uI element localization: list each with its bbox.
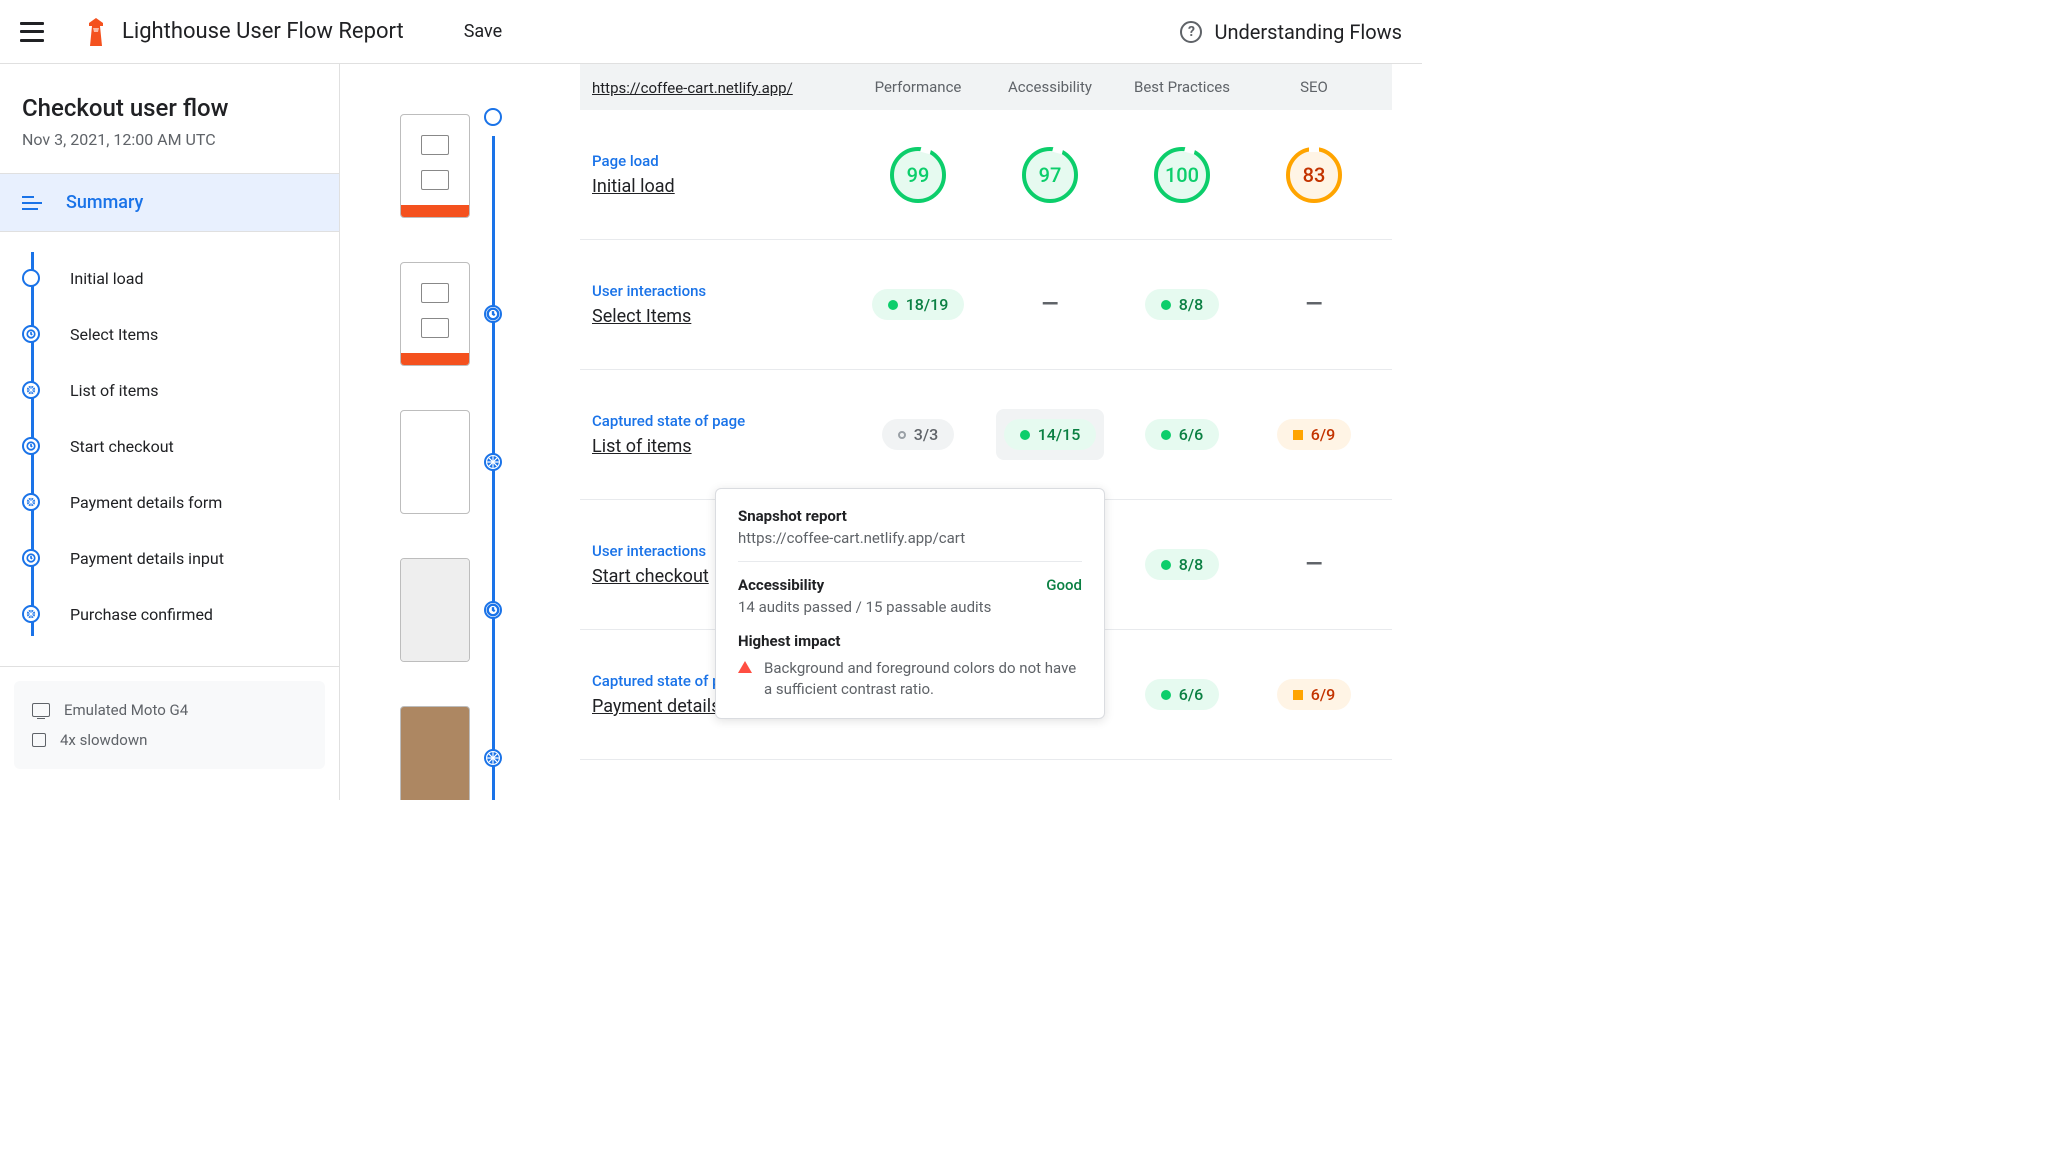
timeline-marker bbox=[484, 601, 502, 619]
lighthouse-icon bbox=[84, 18, 108, 46]
col-seo: SEO bbox=[1248, 78, 1380, 96]
timeline-marker bbox=[484, 305, 502, 323]
report-row: User interactions Select Items 18/19 — 8/8 — bbox=[580, 240, 1392, 370]
timeline-thumbnail bbox=[400, 114, 470, 218]
tooltip-impact-title: Highest impact bbox=[738, 632, 1082, 650]
score-chip[interactable]: 6/6 bbox=[1145, 419, 1219, 450]
timeline-thumbnail bbox=[400, 558, 470, 662]
flow-date: Nov 3, 2021, 12:00 AM UTC bbox=[22, 130, 317, 149]
env-cpu: 4x slowdown bbox=[32, 725, 307, 755]
nav-step-label: List of items bbox=[70, 381, 159, 400]
score-gauge[interactable]: 99 bbox=[890, 147, 946, 203]
app-title: Lighthouse User Flow Report bbox=[122, 19, 404, 44]
timeline-step[interactable] bbox=[400, 262, 580, 366]
environment-box: Emulated Moto G4 4x slowdown bbox=[14, 681, 325, 769]
report-url[interactable]: https://coffee-cart.netlify.app/ bbox=[592, 79, 793, 97]
sidebar-summary[interactable]: Summary bbox=[0, 174, 339, 231]
tooltip-impact-text: Background and foreground colors do not … bbox=[764, 658, 1082, 700]
nav-step-label: Start checkout bbox=[70, 437, 174, 456]
nav-step[interactable]: Payment details input bbox=[22, 530, 317, 586]
row-type: User interactions bbox=[592, 282, 852, 300]
timeline-thumbnail bbox=[400, 706, 470, 800]
snapshot-marker-icon bbox=[22, 493, 40, 511]
row-type: Page load bbox=[592, 152, 852, 170]
cpu-icon bbox=[32, 733, 46, 747]
score-chip[interactable]: 3/3 bbox=[882, 419, 954, 450]
nav-step[interactable]: Start checkout bbox=[22, 418, 317, 474]
snapshot-marker-icon bbox=[22, 381, 40, 399]
warning-icon bbox=[738, 661, 752, 673]
device-icon bbox=[32, 703, 50, 717]
timeline-step[interactable] bbox=[400, 706, 580, 800]
score-chip[interactable]: 6/6 bbox=[1145, 679, 1219, 710]
nav-step[interactable]: Initial load bbox=[22, 250, 317, 306]
save-button[interactable]: Save bbox=[464, 21, 503, 42]
summary-icon bbox=[22, 196, 42, 210]
report-row: Page load Initial load 99 97 100 83 bbox=[580, 110, 1392, 240]
score-na: — bbox=[1042, 292, 1059, 317]
timespan-marker-icon bbox=[22, 325, 40, 343]
col-performance: Performance bbox=[852, 78, 984, 96]
menu-icon[interactable] bbox=[20, 22, 44, 42]
col-best-practices: Best Practices bbox=[1116, 78, 1248, 96]
score-chip[interactable]: 6/9 bbox=[1277, 419, 1351, 450]
timeline-marker bbox=[484, 749, 502, 767]
score-chip[interactable]: 14/15 bbox=[1004, 419, 1097, 450]
tooltip-detail: 14 audits passed / 15 passable audits bbox=[738, 598, 1082, 616]
sidebar: Checkout user flow Nov 3, 2021, 12:00 AM… bbox=[0, 64, 340, 800]
row-name[interactable]: Initial load bbox=[592, 176, 852, 197]
nav-step[interactable]: List of items bbox=[22, 362, 317, 418]
score-gauge[interactable]: 83 bbox=[1286, 147, 1342, 203]
report-header: https://coffee-cart.netlify.app/ Perform… bbox=[580, 64, 1392, 110]
score-na: — bbox=[1306, 292, 1323, 317]
timeline-marker bbox=[484, 453, 502, 471]
report: https://coffee-cart.netlify.app/ Perform… bbox=[580, 64, 1422, 800]
tooltip-snapshot-report: Snapshot report https://coffee-cart.netl… bbox=[715, 488, 1105, 719]
flow-title: Checkout user flow bbox=[22, 94, 317, 122]
score-chip[interactable]: 8/8 bbox=[1145, 549, 1219, 580]
tooltip-status: Good bbox=[1046, 576, 1082, 594]
score-na: — bbox=[1306, 552, 1323, 577]
nav-step-label: Select Items bbox=[70, 325, 158, 344]
nav-steps: Initial load Select Items List of items Sta… bbox=[0, 232, 339, 666]
row-type: Captured state of page bbox=[592, 412, 852, 430]
report-row: Captured state of page List of items 3/3 14… bbox=[580, 370, 1392, 500]
timeline-marker bbox=[484, 108, 502, 126]
timespan-marker-icon bbox=[22, 437, 40, 455]
tooltip-url: https://coffee-cart.netlify.app/cart bbox=[738, 529, 1082, 547]
env-device: Emulated Moto G4 bbox=[32, 695, 307, 725]
snapshot-marker-icon bbox=[22, 605, 40, 623]
score-chip[interactable]: 6/9 bbox=[1277, 679, 1351, 710]
tooltip-title: Snapshot report bbox=[738, 507, 1082, 525]
nav-step-label: Purchase confirmed bbox=[70, 605, 213, 624]
score-chip[interactable]: 18/19 bbox=[872, 289, 965, 320]
summary-label: Summary bbox=[66, 192, 143, 213]
nav-step[interactable]: Select Items bbox=[22, 306, 317, 362]
nav-step[interactable]: Purchase confirmed bbox=[22, 586, 317, 642]
nav-step[interactable]: Payment details form bbox=[22, 474, 317, 530]
timeline bbox=[340, 64, 580, 800]
timeline-step[interactable] bbox=[400, 114, 580, 218]
tooltip-category: Accessibility bbox=[738, 576, 824, 594]
nav-step-label: Payment details form bbox=[70, 493, 222, 512]
score-gauge[interactable]: 97 bbox=[1022, 147, 1078, 203]
timeline-step[interactable] bbox=[400, 558, 580, 662]
score-gauge[interactable]: 100 bbox=[1154, 147, 1210, 203]
understanding-flows-link[interactable]: Understanding Flows bbox=[1214, 20, 1402, 44]
timeline-thumbnail bbox=[400, 410, 470, 514]
timespan-marker-icon bbox=[22, 549, 40, 567]
navigation-marker-icon bbox=[22, 269, 40, 287]
timeline-thumbnail bbox=[400, 262, 470, 366]
help-icon[interactable]: ? bbox=[1180, 21, 1202, 43]
top-bar: Lighthouse User Flow Report Save ? Under… bbox=[0, 0, 1422, 64]
col-accessibility: Accessibility bbox=[984, 78, 1116, 96]
nav-step-label: Initial load bbox=[70, 269, 144, 288]
row-name[interactable]: List of items bbox=[592, 436, 852, 457]
timeline-step[interactable] bbox=[400, 410, 580, 514]
row-name[interactable]: Select Items bbox=[592, 306, 852, 327]
score-chip[interactable]: 8/8 bbox=[1145, 289, 1219, 320]
nav-step-label: Payment details input bbox=[70, 549, 224, 568]
